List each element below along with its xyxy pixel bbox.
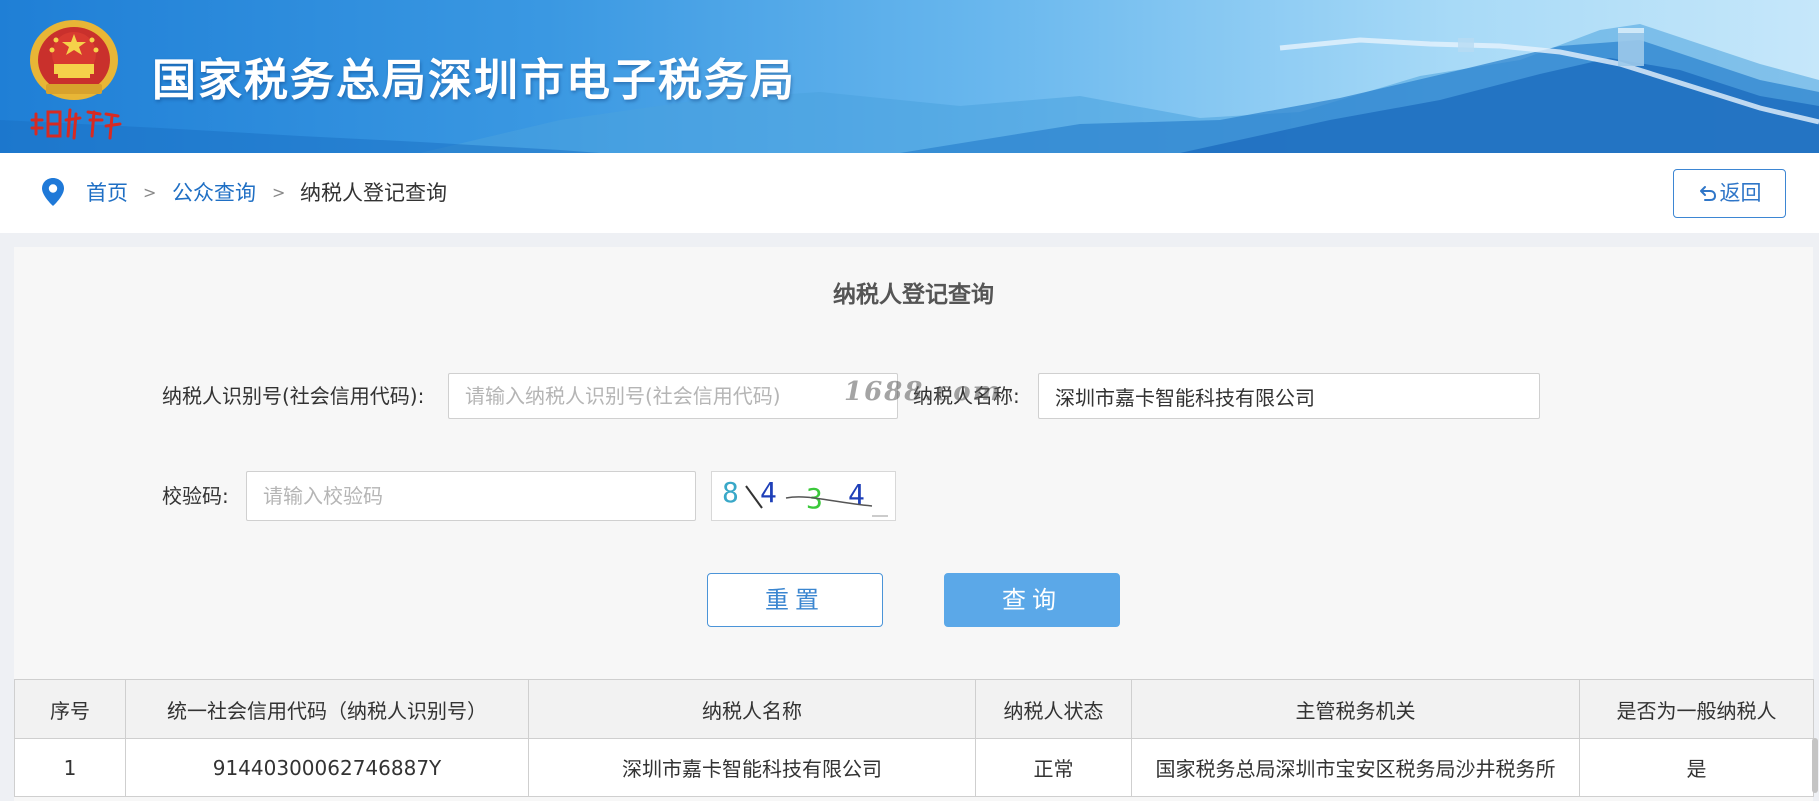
taxpayer-id-input[interactable] bbox=[448, 373, 898, 419]
cell-credit-code: 91440300062746887Y bbox=[125, 738, 529, 797]
column-header-general-taxpayer: 是否为一般纳税人 bbox=[1579, 679, 1814, 739]
table-row: 1 91440300062746887Y 深圳市嘉卡智能科技有限公司 正常 国家… bbox=[14, 738, 1814, 797]
cell-index: 1 bbox=[14, 738, 126, 797]
results-table: 序号 统一社会信用代码（纳税人识别号） 纳税人名称 纳税人状态 主管税务机关 是… bbox=[14, 679, 1814, 797]
site-banner: 国家税务总局深圳市电子税务局 bbox=[0, 0, 1819, 153]
taxpayer-name-input[interactable] bbox=[1038, 373, 1540, 419]
reset-button[interactable]: 重置 bbox=[707, 573, 883, 627]
back-button[interactable]: 返回 bbox=[1673, 169, 1786, 218]
column-header-taxpayer-name: 纳税人名称 bbox=[528, 679, 976, 739]
cell-taxpayer-name: 深圳市嘉卡智能科技有限公司 bbox=[528, 738, 976, 797]
cell-general-taxpayer: 是 bbox=[1579, 738, 1814, 797]
china-tax-calligraphy-logo bbox=[30, 108, 122, 140]
breadcrumb-separator: > bbox=[143, 183, 157, 202]
table-header-row: 序号 统一社会信用代码（纳税人识别号） 纳税人名称 纳税人状态 主管税务机关 是… bbox=[14, 679, 1814, 739]
breadcrumb: 首页 > 公众查询 > 纳税人登记查询 返回 bbox=[0, 153, 1819, 233]
taxpayer-id-label: 纳税人识别号(社会信用代码): bbox=[162, 384, 425, 408]
breadcrumb-current-page: 纳税人登记查询 bbox=[300, 181, 447, 205]
svg-text:4: 4 bbox=[760, 476, 777, 509]
national-emblem-icon bbox=[30, 20, 118, 100]
return-arrow-icon bbox=[1699, 186, 1716, 201]
svg-text:4: 4 bbox=[848, 478, 865, 511]
table-scrollbar[interactable] bbox=[1812, 738, 1818, 793]
column-header-status: 纳税人状态 bbox=[975, 679, 1132, 739]
captcha-input[interactable] bbox=[246, 471, 696, 521]
column-header-tax-authority: 主管税务机关 bbox=[1131, 679, 1580, 739]
query-panel: 纳税人登记查询 纳税人识别号(社会信用代码): 纳税人名称: 1688.com … bbox=[14, 247, 1818, 801]
query-button[interactable]: 查询 bbox=[944, 573, 1120, 627]
breadcrumb-home-link[interactable]: 首页 bbox=[86, 153, 128, 233]
cell-status: 正常 bbox=[975, 738, 1132, 797]
column-header-credit-code: 统一社会信用代码（纳税人识别号） bbox=[125, 679, 529, 739]
column-header-index: 序号 bbox=[14, 679, 126, 739]
captcha-image[interactable]: 8 4 3 4 bbox=[711, 471, 896, 521]
back-button-label: 返回 bbox=[1719, 181, 1762, 205]
cell-tax-authority: 国家税务总局深圳市宝安区税务局沙井税务所 bbox=[1131, 738, 1580, 797]
location-pin-icon bbox=[42, 178, 64, 206]
site-title: 国家税务总局深圳市电子税务局 bbox=[152, 55, 796, 106]
captcha-graphic: 8 4 3 4 bbox=[722, 476, 888, 517]
breadcrumb-public-query-link[interactable]: 公众查询 bbox=[172, 153, 256, 233]
captcha-label: 校验码: bbox=[162, 484, 229, 508]
page-title: 纳税人登记查询 bbox=[833, 282, 994, 308]
breadcrumb-separator: > bbox=[272, 183, 286, 202]
watermark: 1688.com bbox=[844, 377, 1003, 407]
svg-text:8: 8 bbox=[722, 476, 739, 509]
